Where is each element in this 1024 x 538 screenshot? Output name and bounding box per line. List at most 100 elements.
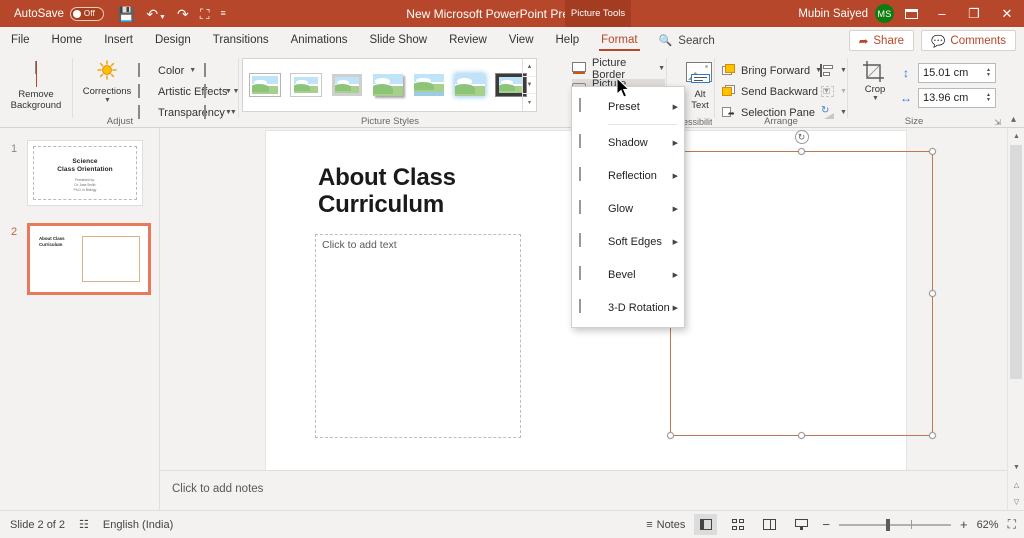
size-dialog-launcher[interactable]: ⇲ — [994, 118, 1001, 127]
align-button[interactable]: ▼ — [820, 60, 847, 81]
picture-border-button[interactable]: Picture Border ▼ — [572, 58, 665, 79]
slide-show-button[interactable] — [790, 514, 813, 535]
tab-design[interactable]: Design — [144, 27, 202, 54]
slide-2-preview[interactable]: About Class Curriculum — [27, 223, 151, 295]
redo-icon[interactable]: ↷ — [177, 7, 189, 21]
picture-effects-menu[interactable]: Preset ▶ Shadow ▶ Reflection ▶ Glow ▶ So… — [571, 86, 685, 328]
align-chevron-down-icon[interactable]: ▼ — [840, 67, 847, 74]
autosave-toggle[interactable]: Off — [70, 7, 104, 21]
menu-item-soft-edges[interactable]: Soft Edges ▶ — [572, 225, 684, 258]
resize-handle-top-center[interactable] — [798, 148, 805, 155]
picture-styles-gallery[interactable]: ▲ ▼ ▾ — [242, 58, 537, 112]
picture-style-thumb-4[interactable] — [370, 70, 406, 100]
undo-icon[interactable]: ↶▼ — [146, 7, 166, 21]
shape-height-field[interactable]: ↕ 15.01 cm ▲▼ — [899, 63, 996, 83]
reading-view-button[interactable] — [758, 514, 781, 535]
slide-thumbnail-1[interactable]: 1 Science Class Orientation Presented by… — [6, 140, 143, 206]
tab-review[interactable]: Review — [438, 27, 498, 54]
canvas-vertical-scrollbar[interactable]: ▲ ▼ △ ▽ — [1007, 128, 1024, 510]
fit-slide-to-window-icon[interactable]: ⛶ — [1008, 517, 1016, 532]
height-spinner[interactable]: ▲▼ — [986, 68, 991, 78]
close-button[interactable]: ✕ — [990, 0, 1024, 27]
picture-style-thumb-1[interactable] — [247, 70, 283, 100]
gallery-scroll-down-icon[interactable]: ▼ — [523, 77, 536, 95]
tab-format[interactable]: Format — [590, 27, 648, 54]
color-chevron-down-icon[interactable]: ▼ — [189, 67, 196, 74]
ribbon-display-options-icon[interactable] — [894, 0, 928, 27]
accessibility-checker-icon[interactable]: ☷ — [79, 518, 89, 531]
picture-style-thumb-5[interactable] — [411, 70, 447, 100]
selected-picture[interactable]: ↻ — [670, 151, 933, 436]
change-picture-button[interactable]: ▼ — [204, 81, 232, 102]
notes-pane[interactable]: Click to add notes — [160, 470, 1007, 510]
rotate-chevron-down-icon[interactable]: ▼ — [840, 109, 847, 116]
resize-handle-bottom-left[interactable] — [667, 432, 674, 439]
shape-height-input[interactable]: 15.01 cm ▲▼ — [918, 63, 996, 83]
tab-slide-show[interactable]: Slide Show — [359, 27, 439, 54]
save-icon[interactable]: 💾 — [118, 7, 135, 21]
start-slideshow-icon[interactable]: ⛶ — [200, 7, 210, 21]
menu-item-bevel[interactable]: Bevel ▶ — [572, 258, 684, 291]
share-button[interactable]: ➦ Share — [849, 30, 914, 51]
comments-button[interactable]: 💬 Comments — [921, 30, 1016, 51]
restore-button[interactable]: ❐ — [958, 0, 990, 27]
corrections-button[interactable]: Corrections ▼ — [78, 59, 136, 104]
change-picture-chevron-down-icon[interactable]: ▼ — [225, 88, 232, 95]
scroll-up-icon[interactable]: ▲ — [1008, 128, 1024, 145]
normal-view-button[interactable] — [694, 514, 717, 535]
gallery-scroll-up-icon[interactable]: ▲ — [523, 59, 536, 77]
picture-style-thumb-6[interactable] — [452, 70, 488, 100]
scrollbar-thumb[interactable] — [1010, 145, 1022, 379]
remove-background-button[interactable]: Remove Background — [6, 58, 66, 111]
picture-style-thumb-2[interactable] — [288, 70, 324, 100]
slide-counter[interactable]: Slide 2 of 2 — [10, 519, 65, 531]
tab-help[interactable]: Help — [545, 27, 591, 54]
avatar[interactable]: MS — [875, 4, 894, 23]
tab-file[interactable]: File — [0, 27, 41, 54]
account-info[interactable]: Mubin Saiyed MS — [798, 0, 894, 27]
collapse-ribbon-icon[interactable]: ▴ — [1011, 114, 1016, 125]
gallery-scroll[interactable]: ▲ ▼ ▾ — [522, 59, 536, 111]
autosave-control[interactable]: AutoSave Off — [14, 7, 104, 21]
minimize-button[interactable]: – — [926, 0, 958, 27]
zoom-out-button[interactable]: − — [822, 517, 830, 532]
menu-item-3d-rotation[interactable]: 3-D Rotation ▶ — [572, 291, 684, 324]
resize-handle-middle-right[interactable] — [929, 290, 936, 297]
send-backward-button[interactable]: Send Backward ▼ — [722, 81, 830, 102]
rotate-handle[interactable]: ↻ — [795, 130, 809, 144]
corrections-chevron-down-icon[interactable]: ▼ — [79, 97, 136, 104]
slide-sorter-view-button[interactable] — [726, 514, 749, 535]
tab-home[interactable]: Home — [41, 27, 94, 54]
zoom-slider-knob[interactable] — [886, 519, 890, 531]
shape-width-field[interactable]: ↔ 13.96 cm ▲▼ — [899, 88, 996, 108]
group-button[interactable]: ▼ — [820, 81, 847, 102]
previous-slide-icon[interactable]: △ — [1008, 476, 1024, 493]
shape-width-input[interactable]: 13.96 cm ▲▼ — [918, 88, 996, 108]
resize-handle-bottom-right[interactable] — [929, 432, 936, 439]
picture-border-chevron-down-icon[interactable]: ▼ — [658, 65, 665, 72]
gallery-more-icon[interactable]: ▾ — [523, 94, 536, 111]
crop-button[interactable]: Crop ▼ — [855, 59, 895, 102]
menu-item-glow[interactable]: Glow ▶ — [572, 192, 684, 225]
menu-item-reflection[interactable]: Reflection ▶ — [572, 159, 684, 192]
bring-forward-button[interactable]: Bring Forward ▼ — [722, 60, 830, 81]
menu-item-shadow[interactable]: Shadow ▶ — [572, 126, 684, 159]
notes-button[interactable]: ≡ Notes — [646, 519, 685, 531]
body-content-placeholder[interactable]: Click to add text — [315, 234, 521, 438]
slide-1-preview[interactable]: Science Class Orientation Presented by: … — [27, 140, 143, 206]
language-indicator[interactable]: English (India) — [103, 519, 173, 531]
crop-chevron-down-icon[interactable]: ▼ — [856, 95, 895, 102]
next-slide-icon[interactable]: ▽ — [1008, 493, 1024, 510]
customize-qat-icon[interactable]: ≡ — [221, 9, 226, 18]
compress-pictures-button[interactable] — [204, 60, 232, 81]
resize-handle-bottom-center[interactable] — [798, 432, 805, 439]
tab-insert[interactable]: Insert — [93, 27, 144, 54]
width-spinner[interactable]: ▲▼ — [986, 93, 991, 103]
tab-view[interactable]: View — [498, 27, 545, 54]
tab-animations[interactable]: Animations — [280, 27, 359, 54]
resize-handle-top-right[interactable] — [929, 148, 936, 155]
search-box[interactable]: 🔍 Search — [649, 34, 715, 47]
reset-picture-chevron-down-icon[interactable]: ▼ — [225, 109, 232, 116]
menu-item-preset[interactable]: Preset ▶ — [572, 90, 684, 123]
picture-style-thumb-3[interactable] — [329, 70, 365, 100]
